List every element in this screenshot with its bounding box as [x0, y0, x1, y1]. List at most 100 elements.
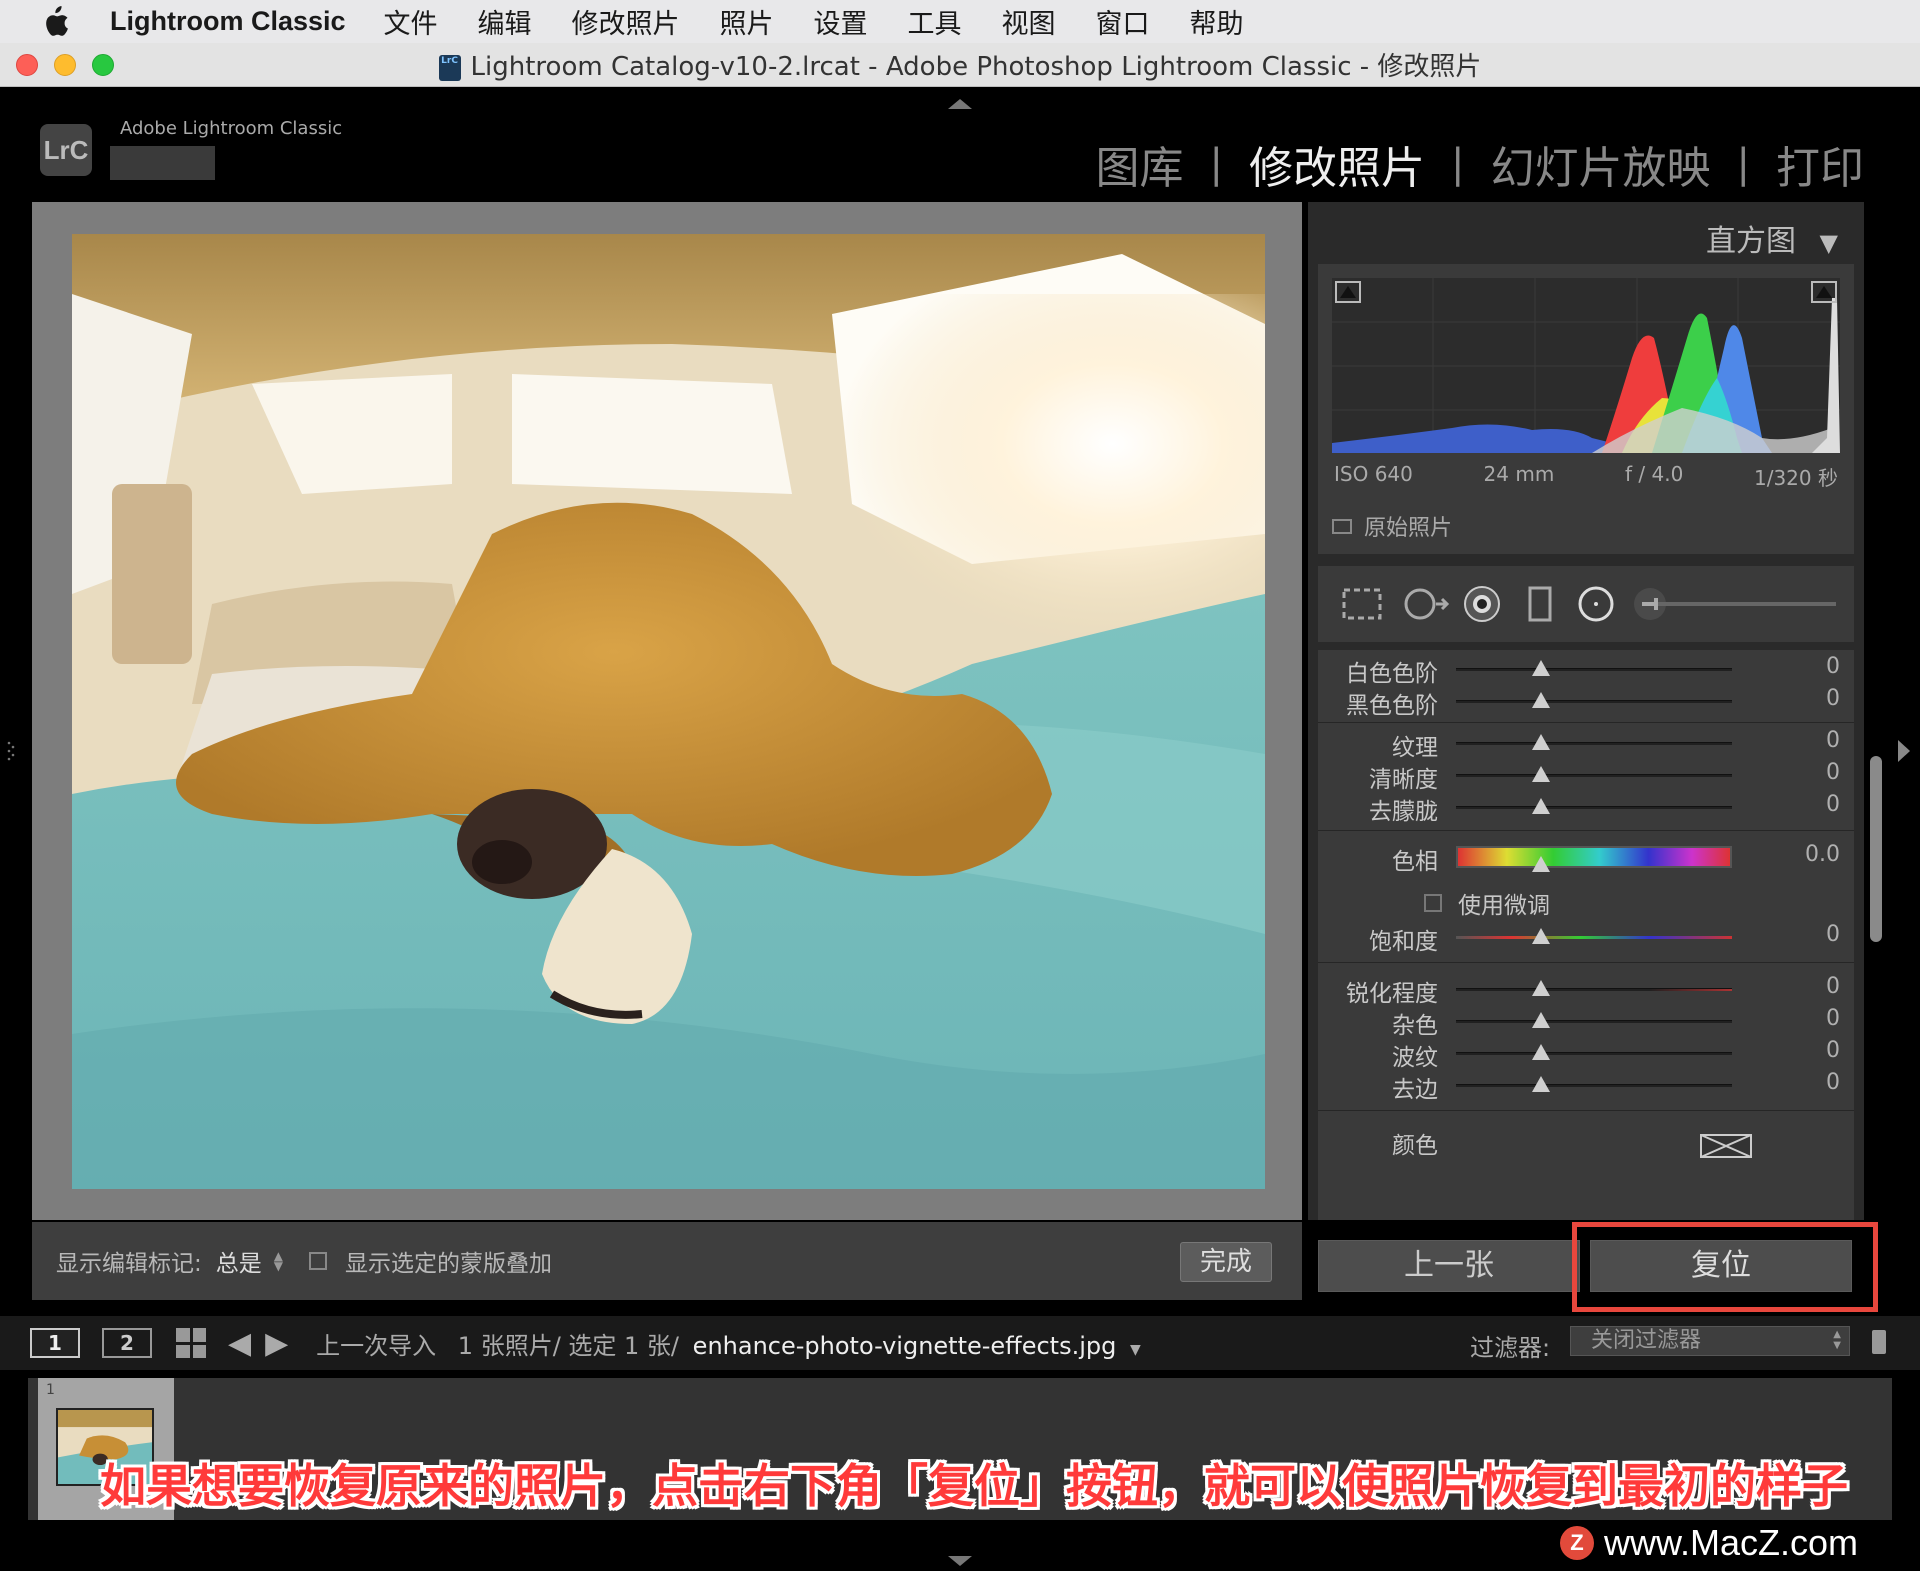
hue-slider[interactable] [1456, 846, 1732, 868]
defringe-slider[interactable] [1456, 1084, 1732, 1087]
main-window-button[interactable]: 1 [30, 1328, 80, 1358]
grid-view-icon[interactable] [176, 1328, 206, 1358]
tool-strip [1318, 566, 1854, 642]
clarity-slider[interactable] [1456, 774, 1732, 777]
filter-lock-icon[interactable] [1872, 1330, 1886, 1354]
dehaze-slider[interactable] [1456, 806, 1732, 809]
hue-slider-thumb[interactable] [1532, 856, 1550, 872]
right-panel-scrollbar[interactable] [1870, 756, 1882, 942]
noise-value[interactable]: 0 [1826, 1006, 1840, 1031]
noise-label: 杂色 [1392, 1013, 1438, 1039]
texture-slider-thumb[interactable] [1532, 734, 1550, 750]
clarity-slider-row: 清晰度 0 [1318, 760, 1854, 793]
menu-photo[interactable]: 照片 [720, 2, 774, 41]
dehaze-slider-thumb[interactable] [1532, 798, 1550, 814]
dehaze-value[interactable]: 0 [1826, 792, 1840, 817]
moire-slider-thumb[interactable] [1532, 1044, 1550, 1060]
done-button[interactable]: 完成 [1180, 1242, 1272, 1282]
saturation-slider[interactable] [1456, 936, 1732, 939]
apple-icon[interactable] [40, 5, 70, 39]
noise-slider-thumb[interactable] [1532, 1012, 1550, 1028]
menu-window[interactable]: 窗口 [1096, 2, 1150, 41]
menu-settings[interactable]: 设置 [814, 2, 868, 41]
whites-slider[interactable] [1456, 668, 1732, 671]
sharpness-slider-thumb[interactable] [1532, 980, 1550, 996]
fine-adjust-checkbox[interactable] [1424, 894, 1442, 912]
noise-slider[interactable] [1456, 1020, 1732, 1023]
histogram-graph[interactable] [1332, 278, 1840, 453]
blacks-value[interactable]: 0 [1826, 686, 1840, 711]
defringe-value[interactable]: 0 [1826, 1070, 1840, 1095]
collapse-triangle-icon[interactable]: ▼ [1820, 229, 1838, 257]
graduated-filter-icon[interactable] [1516, 584, 1564, 624]
menu-file[interactable]: 文件 [384, 2, 438, 41]
show-overlay-checkbox[interactable] [308, 1252, 327, 1270]
app-menu[interactable]: Lightroom Classic [110, 6, 346, 37]
original-photo-checkbox[interactable] [1332, 518, 1352, 534]
hue-value[interactable]: 0.0 [1805, 842, 1840, 867]
sharpness-slider-row: 锐化程度 0 [1318, 974, 1854, 1007]
blacks-slider[interactable] [1456, 700, 1732, 703]
clarity-slider-thumb[interactable] [1532, 766, 1550, 782]
filename-dropdown-icon[interactable]: ▼ [1130, 1342, 1141, 1358]
module-separator: | [1209, 141, 1224, 187]
moire-slider[interactable] [1456, 1052, 1732, 1055]
histogram-header[interactable]: 直方图 ▼ [1706, 216, 1838, 260]
module-print[interactable]: 打印 [1750, 132, 1890, 196]
show-edit-pins-select[interactable]: 总是 [216, 1244, 262, 1278]
sharpness-slider[interactable] [1456, 988, 1732, 991]
menu-edit[interactable]: 编辑 [478, 2, 532, 41]
texture-value[interactable]: 0 [1826, 728, 1840, 753]
forward-arrow-icon[interactable]: ▶ [265, 1326, 288, 1361]
original-photo-label: 原始照片 [1364, 516, 1453, 541]
back-arrow-icon[interactable]: ◀ [228, 1326, 251, 1361]
menu-help[interactable]: 帮助 [1190, 2, 1244, 41]
menu-view[interactable]: 视图 [1002, 2, 1056, 41]
fine-adjust-label: 使用微调 [1458, 893, 1550, 919]
sharpness-value[interactable]: 0 [1826, 974, 1840, 999]
color-picker-icon[interactable] [1700, 1134, 1752, 1158]
top-panel-toggle-icon[interactable] [948, 99, 972, 109]
crop-icon[interactable] [1338, 584, 1386, 624]
module-slideshow[interactable]: 幻灯片放映 [1465, 132, 1737, 196]
clarity-value[interactable]: 0 [1826, 760, 1840, 785]
red-eye-icon[interactable] [1458, 584, 1506, 624]
module-separator: | [1736, 141, 1750, 187]
original-photo-row[interactable]: 原始照片 [1332, 510, 1452, 542]
moire-value[interactable]: 0 [1826, 1038, 1840, 1063]
radial-filter-icon[interactable] [1572, 584, 1620, 624]
blacks-slider-thumb[interactable] [1532, 692, 1550, 708]
saturation-value[interactable]: 0 [1826, 922, 1840, 947]
previous-button[interactable]: 上一张 [1318, 1240, 1580, 1292]
source-breadcrumb[interactable]: 上一次导入 1 张照片/ 选定 1 张/ enhance-photo-vigne… [316, 1326, 1141, 1361]
saturation-label: 饱和度 [1369, 929, 1438, 955]
dehaze-slider-row: 去朦胧 0 [1318, 792, 1854, 825]
spot-removal-icon[interactable] [1402, 584, 1450, 624]
whites-slider-thumb[interactable] [1532, 660, 1550, 676]
menu-tools[interactable]: 工具 [908, 2, 962, 41]
whites-value[interactable]: 0 [1826, 654, 1840, 679]
module-develop[interactable]: 修改照片 [1223, 132, 1451, 196]
updown-arrows-icon: ▲ ▼ [1833, 1329, 1841, 1351]
moire-slider-row: 波纹 0 [1318, 1038, 1854, 1071]
iso-value: ISO 640 [1334, 462, 1413, 486]
left-panel-toggle-icon[interactable] [6, 740, 16, 762]
updown-arrows-icon[interactable]: ▲ ▼ [274, 1250, 283, 1272]
saturation-slider-thumb[interactable] [1532, 928, 1550, 944]
module-library[interactable]: 图库 [1070, 132, 1210, 196]
filter-select[interactable]: 关闭过滤器 ▲ ▼ [1570, 1326, 1850, 1356]
show-edit-pins-label: 显示编辑标记: [56, 1251, 202, 1277]
right-panel-toggle-icon[interactable] [1898, 740, 1910, 762]
dehaze-label: 去朦胧 [1369, 799, 1438, 825]
bottom-panel-toggle-icon[interactable] [948, 1556, 972, 1566]
blacks-label: 黑色色阶 [1346, 693, 1438, 719]
source-label: 上一次导入 [316, 1331, 437, 1360]
defringe-slider-thumb[interactable] [1532, 1076, 1550, 1092]
adjustment-brush-icon[interactable] [1628, 584, 1838, 624]
section-divider [1318, 1110, 1854, 1111]
count-label: 1 张照片/ 选定 1 张/ [457, 1331, 680, 1360]
second-window-button[interactable]: 2 [102, 1328, 152, 1358]
menu-develop[interactable]: 修改照片 [572, 2, 680, 41]
texture-slider[interactable] [1456, 742, 1732, 745]
filter-label: 过滤器: [1470, 1334, 1551, 1362]
